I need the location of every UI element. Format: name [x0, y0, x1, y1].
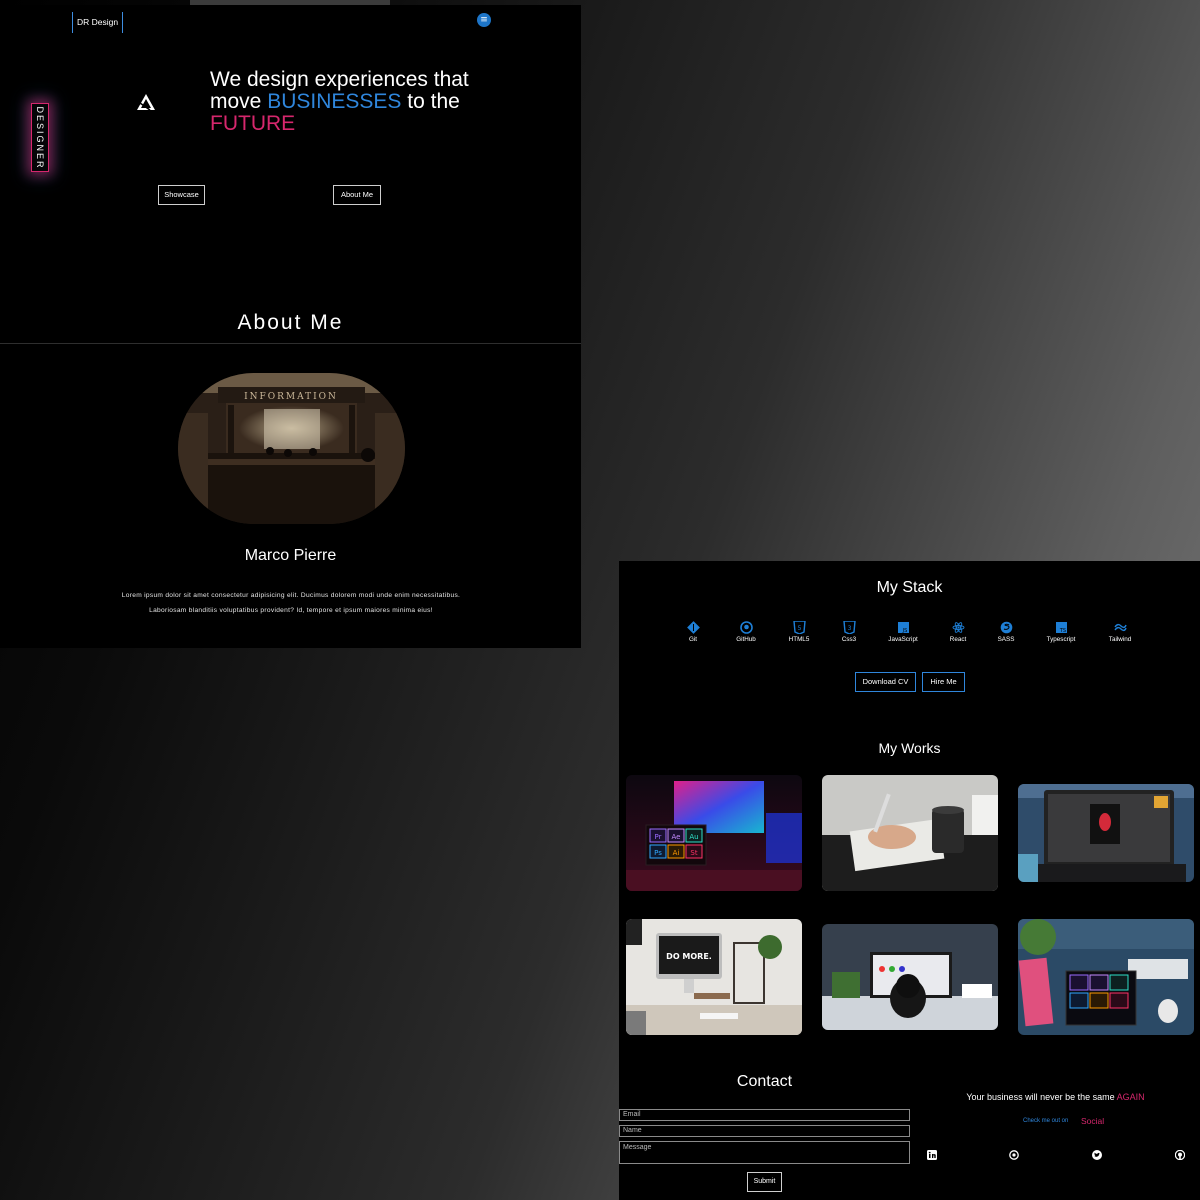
message-field[interactable]: Message [619, 1141, 910, 1164]
svg-text:JS: JS [901, 628, 907, 634]
stack-label: JavaScript [888, 636, 918, 643]
contact-section-title: Contact [736, 1073, 793, 1090]
about-section-title: About Me [237, 311, 344, 334]
hero-headline: We design experiences that move BUSINESS… [210, 69, 510, 135]
github-icon [739, 621, 753, 634]
dribbble-icon[interactable] [1009, 1150, 1019, 1160]
sass-icon [1000, 621, 1012, 634]
stack-item-git: Git [668, 621, 718, 643]
twitter-icon[interactable] [1092, 1150, 1102, 1160]
headline-highlight-businesses: BUSINESSES [267, 90, 402, 113]
stack-works-contact-panel: My Stack Git GitHub 5 HTML5 3 Css3 JS Ja… [619, 561, 1200, 1200]
stack-item-tailwind: Tailwind [1095, 621, 1145, 643]
stack-item-css3: 3 Css3 [824, 621, 874, 643]
browser-tab-strip [190, 0, 390, 5]
work-laptop-photoshop[interactable] [1018, 784, 1194, 882]
tagline-highlight: AGAIN [1116, 1092, 1145, 1102]
stack-label: Typescript [1046, 636, 1076, 643]
react-icon [952, 622, 964, 633]
css3-icon: 3 [842, 621, 856, 634]
adobe-illustrator-label: Ai [673, 849, 680, 857]
headline-text-2: to the [407, 90, 460, 113]
name-field[interactable]: Name [619, 1125, 910, 1137]
work-imac-do-more[interactable]: DO MORE. [626, 919, 802, 1035]
social-link[interactable]: Social [1081, 1116, 1104, 1126]
adobe-after-effects-label: Ae [672, 833, 681, 841]
email-field[interactable]: Email [619, 1109, 910, 1121]
photo-sign-text: INFORMATION [244, 392, 338, 402]
svg-text:3: 3 [847, 625, 851, 632]
bio-text: Lorem ipsum dolor sit amet consectetur a… [121, 592, 461, 614]
profile-photo: INFORMATION [178, 373, 405, 524]
hamburger-icon: ≡ [480, 15, 488, 25]
hero-about-panel: DR Design ≡ DESIGNER We design experienc… [0, 5, 581, 648]
stack-label: React [949, 636, 967, 643]
submit-button[interactable]: Submit [747, 1172, 782, 1192]
stack-label: Css3 [841, 636, 857, 643]
adobe-audition-label: Au [689, 833, 698, 841]
stack-label: Git [688, 636, 698, 643]
designer-badge: DESIGNER [31, 103, 49, 172]
html5-icon: 5 [792, 621, 806, 634]
headline-highlight-future: FUTURE [210, 112, 296, 135]
adobe-stock-label: St [690, 849, 697, 857]
footer-tagline: Your business will never be the same AGA… [919, 1092, 1192, 1102]
git-icon [686, 621, 700, 634]
tailwind-icon [1113, 623, 1127, 632]
stack-label: SASS [997, 636, 1015, 643]
work-adobe-neon-desk[interactable]: Pr Ae Au Ps Ai St [626, 775, 802, 891]
check-me-out-text: Check me out on [1023, 1118, 1069, 1124]
brand-logo[interactable]: DR Design [72, 12, 124, 33]
stack-item-react: React [933, 621, 983, 643]
stack-label: Tailwind [1108, 636, 1132, 643]
person-name: Marco Pierre [244, 547, 337, 564]
download-cv-button[interactable]: Download CV [855, 672, 916, 692]
javascript-icon: JS [897, 622, 909, 634]
adobe-photoshop-label: Ps [654, 849, 662, 857]
stack-section-title: My Stack [876, 579, 943, 596]
stack-item-github: GitHub [721, 621, 771, 643]
adobe-premiere-label: Pr [655, 833, 662, 841]
about-me-button[interactable]: About Me [333, 185, 381, 205]
hire-me-button[interactable]: Hire Me [922, 672, 965, 692]
hamburger-menu-button[interactable]: ≡ [477, 13, 491, 27]
tagline-text: Your business will never be the same [966, 1092, 1115, 1102]
affinity-logo-icon [137, 94, 155, 110]
stack-item-javascript: JS JavaScript [878, 621, 928, 643]
work-designer-at-desk[interactable] [822, 924, 998, 1030]
stack-item-typescript: TS Typescript [1036, 621, 1086, 643]
stack-item-html5: 5 HTML5 [774, 621, 824, 643]
works-section-title: My Works [878, 740, 941, 756]
svg-text:TS: TS [1058, 628, 1065, 634]
stack-label: HTML5 [788, 636, 810, 643]
work-adobe-icons-tablet[interactable] [1018, 919, 1194, 1035]
github-footer-icon[interactable] [1175, 1150, 1185, 1160]
showcase-button[interactable]: Showcase [158, 185, 205, 205]
typescript-icon: TS [1055, 622, 1067, 634]
stack-label: GitHub [736, 636, 756, 643]
section-divider [0, 343, 581, 344]
designer-badge-label: DESIGNER [35, 105, 45, 170]
linkedin-icon[interactable] [927, 1150, 937, 1160]
work-sketching-hand[interactable] [822, 775, 998, 891]
svg-text:5: 5 [797, 625, 801, 632]
imac-screen-text: DO MORE. [666, 952, 712, 961]
stack-item-sass: SASS [981, 621, 1031, 643]
